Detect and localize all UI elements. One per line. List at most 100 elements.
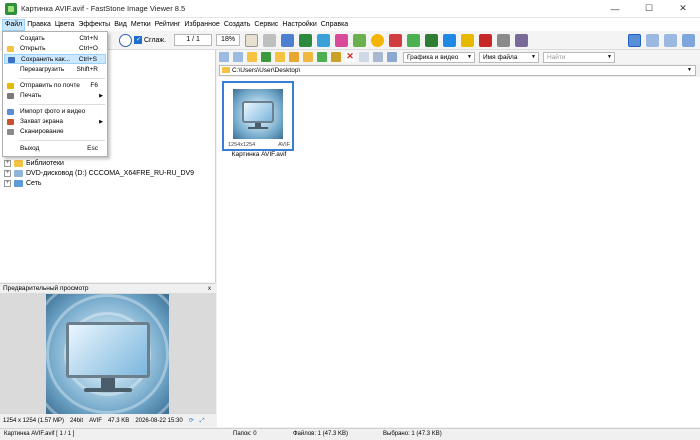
menu-colors[interactable]: Цвета	[53, 19, 77, 31]
folder-icon[interactable]	[275, 52, 285, 62]
menu-item-label: Создать	[20, 35, 45, 42]
expand-icon[interactable]: +	[4, 160, 11, 167]
menu-item-email[interactable]: Отправить по почте F6	[4, 81, 106, 91]
menu-rating[interactable]: Рейтинг	[153, 19, 183, 31]
menu-item-label: Печать	[20, 92, 42, 99]
scanner-icon[interactable]	[514, 33, 528, 47]
menu-file[interactable]: Файл	[2, 18, 26, 31]
new-folder-icon[interactable]	[303, 52, 313, 62]
email-icon	[7, 83, 14, 89]
preview-image	[46, 294, 169, 414]
delete-icon[interactable]: ✕	[345, 52, 355, 62]
status-file: Картинка AVIF.avif [ 1 / 1 ]	[4, 431, 75, 437]
forward-icon[interactable]	[233, 52, 243, 62]
refresh-icon[interactable]	[261, 52, 271, 62]
chevron-down-icon[interactable]: ▼	[687, 66, 692, 75]
select-all-icon[interactable]	[359, 52, 369, 62]
menu-item-label: Импорт фото и видео	[20, 108, 86, 115]
zoom-select[interactable]: 18%	[216, 34, 241, 46]
details-icon[interactable]	[373, 52, 383, 62]
minimize-button[interactable]: —	[598, 0, 632, 18]
canvas-icon[interactable]	[316, 33, 330, 47]
menu-view[interactable]: Вид	[112, 19, 129, 31]
thumbnail-size-icon[interactable]	[387, 52, 397, 62]
menu-settings[interactable]: Настройки	[280, 19, 318, 31]
fit-preview-icon[interactable]: ⤢	[200, 415, 205, 427]
layout-3-icon[interactable]	[664, 33, 677, 47]
close-button[interactable]: ✕	[666, 0, 700, 18]
menu-edit[interactable]: Правка	[25, 19, 53, 31]
copy-to-icon[interactable]	[317, 52, 327, 62]
redeye-icon[interactable]	[388, 33, 402, 47]
levels-icon[interactable]	[352, 33, 366, 47]
menu-item-screen-capture[interactable]: Захват экрана ▶	[4, 117, 106, 127]
monitor-graphic	[66, 322, 150, 378]
maximize-button[interactable]: ☐	[632, 0, 666, 18]
hand-tool-icon[interactable]	[244, 33, 258, 47]
rotate-preview-icon[interactable]: ⟳	[189, 415, 194, 427]
expand-icon[interactable]: +	[4, 180, 11, 187]
print-icon[interactable]	[496, 33, 510, 47]
zoom-out-icon[interactable]	[118, 33, 132, 47]
menu-favorites[interactable]: Избранное	[182, 19, 221, 31]
menu-help[interactable]: Справка	[319, 19, 350, 31]
submenu-arrow-icon: ▶	[99, 93, 103, 99]
app-icon	[5, 2, 17, 15]
favorites-folder-icon[interactable]	[289, 52, 299, 62]
rotate-icon[interactable]	[262, 33, 276, 47]
menu-item-label: Сохранить как...	[21, 56, 70, 63]
email-icon[interactable]	[460, 33, 474, 47]
wallpaper-icon[interactable]	[478, 33, 492, 47]
page-counter[interactable]: 1 / 1	[174, 34, 213, 46]
import-icon	[7, 109, 14, 115]
menu-item-shortcut: Shift+R	[76, 66, 99, 73]
path-bar[interactable]: C:\Users\User\Desktop\ ▼	[219, 65, 696, 76]
path-value: C:\Users\User\Desktop\	[232, 67, 301, 74]
thumbnail-format: AVIF	[278, 142, 290, 148]
image-dimensions: 1254 x 1254 (1.57 MP)	[3, 418, 65, 424]
file-menu-dropdown: Создать Ctrl+N Открыть Ctrl+O Сохранить …	[2, 31, 108, 157]
thumbnail-item[interactable]: 1254x1254 AVIF	[222, 81, 294, 151]
sun-icon[interactable]	[370, 33, 384, 47]
expand-icon[interactable]: +	[4, 170, 11, 177]
folder-icon	[14, 160, 23, 167]
file-type-filter[interactable]: Графика и видео ▼	[403, 51, 475, 63]
layout-1-icon[interactable]	[628, 33, 641, 47]
menu-item-shortcut: Ctrl+S	[78, 56, 97, 63]
clone-icon[interactable]	[406, 33, 420, 47]
menu-item-new[interactable]: Создать Ctrl+N	[4, 34, 106, 44]
menu-item-print[interactable]: Печать ▶	[4, 91, 106, 101]
compare-icon[interactable]	[424, 33, 438, 47]
preview-status: 1254 x 1254 (1.57 MP) 24bit AVIF 47.3 KB…	[0, 415, 216, 427]
layout-2-icon[interactable]	[646, 33, 659, 47]
menu-create[interactable]: Создать	[222, 19, 253, 31]
fullscreen-icon[interactable]	[682, 33, 695, 47]
smooth-checkbox[interactable]	[134, 36, 142, 44]
tree-item-dvd[interactable]: + DVD-дисковод (D:) CCCOMA_X64FRE_RU-RU_…	[4, 169, 194, 178]
slideshow-icon[interactable]	[442, 33, 456, 47]
move-to-icon[interactable]	[331, 52, 341, 62]
back-icon[interactable]	[219, 52, 229, 62]
tree-item-network[interactable]: + Сеть	[4, 179, 42, 188]
up-folder-icon[interactable]	[247, 52, 257, 62]
menu-item-scan[interactable]: Сканирование	[4, 127, 106, 137]
tree-item-libraries[interactable]: + Библиотеки	[4, 159, 64, 168]
smooth-label: Сглаж.	[144, 36, 167, 44]
menu-item-reload[interactable]: Перезагрузить Shift+R	[4, 65, 106, 75]
menu-item-label: Захват экрана	[20, 118, 64, 125]
menu-item-shortcut: Ctrl+O	[79, 45, 98, 52]
crop-icon[interactable]	[280, 33, 294, 47]
menu-effects[interactable]: Эффекты	[76, 19, 112, 31]
image-bits: 24bit	[70, 418, 84, 424]
preview-area	[0, 293, 216, 414]
menu-tools[interactable]: Сервис	[252, 19, 280, 31]
search-input[interactable]: Найти ▼	[543, 51, 615, 63]
menu-item-open[interactable]: Открыть Ctrl+O	[4, 44, 106, 54]
sort-select[interactable]: Имя файла ▼	[479, 51, 539, 63]
menu-item-import[interactable]: Импорт фото и видео	[4, 107, 106, 117]
color-icon[interactable]	[334, 33, 348, 47]
menu-tags[interactable]: Метки	[129, 19, 153, 31]
resize-icon[interactable]	[298, 33, 312, 47]
menu-item-save-as[interactable]: Сохранить как... Ctrl+S	[4, 54, 106, 64]
menu-item-exit[interactable]: Выход Esc	[4, 144, 106, 154]
